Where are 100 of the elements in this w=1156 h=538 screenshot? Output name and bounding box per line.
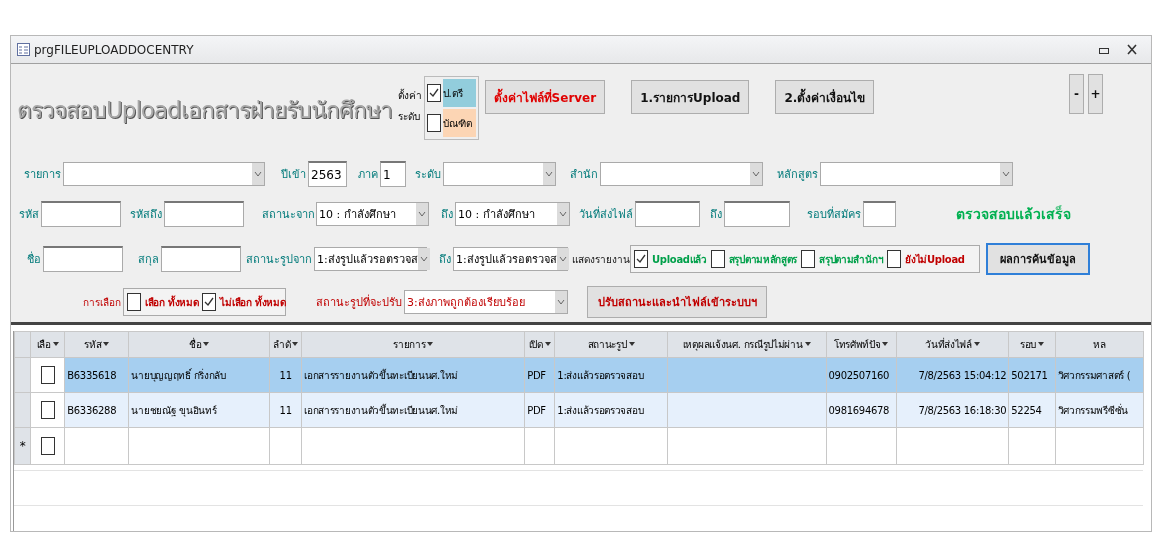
toolbar-button[interactable]: 1.รายการUpload (631, 80, 750, 114)
input-field[interactable]: 1 (380, 161, 406, 187)
sort-arrow-icon[interactable] (427, 342, 434, 347)
sort-arrow-icon[interactable] (973, 342, 980, 347)
checkbox[interactable] (127, 293, 141, 311)
checkbox[interactable] (710, 250, 725, 268)
row-checkbox[interactable] (40, 401, 55, 419)
sort-arrow-icon[interactable] (292, 342, 299, 347)
zoom-button[interactable]: - (1069, 74, 1084, 114)
sort-arrow-icon[interactable] (1037, 342, 1044, 347)
action-button[interactable]: ปรับสถานะและนำไฟล์เข้าระบบฯ (587, 286, 767, 318)
table-cell: วิศวกรรมศาสตร์ ( (1055, 357, 1144, 393)
dropdown-field[interactable] (63, 162, 265, 186)
sort-arrow-icon[interactable] (882, 342, 889, 347)
field-label: ชื่อ (26, 250, 42, 268)
form-icon (17, 43, 30, 56)
check-mark-icon (636, 254, 646, 264)
table-cell: B6336288 (64, 392, 129, 428)
column-header[interactable]: ลำดั (269, 331, 302, 358)
column-header[interactable]: เปิด (524, 331, 555, 358)
table-cell: เอกสารรายงานตัวขึ้นทะเบียนนศ.ใหม่ (301, 357, 525, 393)
input-field[interactable] (161, 246, 241, 272)
table-cell: วิศวกรรมพรีซีซั่น (1055, 392, 1144, 428)
sort-arrow-icon[interactable] (628, 342, 635, 347)
input-field[interactable] (724, 201, 790, 227)
field-label: รายการ (23, 167, 62, 183)
level-option[interactable]: บัณฑิต (426, 109, 476, 137)
field-label: สถานะจาก (262, 207, 316, 223)
table-cell: 1:ส่งแล้วรอตรวจสอบ (554, 392, 668, 428)
dropdown-field[interactable]: 1:ส่งรูปแล้วรอตรวจส (314, 247, 427, 271)
checkbox-label: สรุปตามสำนักฯ (819, 252, 884, 267)
table-cell: 7/8/2563 15:04:12 (896, 357, 1009, 393)
field-label: สกุล (137, 252, 160, 268)
field-label: ระดับ (414, 167, 442, 183)
toolbar-button[interactable]: ตั้งค่าไฟล์ที่Server (484, 80, 606, 114)
dropdown-field[interactable] (443, 162, 556, 186)
checkbox[interactable] (801, 250, 816, 268)
table-cell: นายชยณัฐ ขุนอินทร์ (129, 392, 270, 428)
dropdown-field[interactable] (600, 162, 763, 186)
level-option[interactable]: ป.ตรี (426, 79, 476, 107)
window-title: prgFILEUPLOADDOCENTRY (34, 42, 195, 57)
minimize-icon[interactable] (1099, 45, 1109, 54)
column-header[interactable]: สถานะรูป (554, 331, 668, 358)
table-row[interactable]: B6336288 นายชยณัฐ ขุนอินทร์ 11 เอกสารรายงานตัวขึ้นทะเบียนนศ.ใหม่ PDF 1:ส่งแล้วรอตรวจสอบ 0981694678 7/8/2563 16:18:30 52254 วิศวกรรมพรีซีซั่น (14, 392, 1144, 428)
table-cell: 7/8/2563 16:18:30 (896, 392, 1009, 428)
checkbox-label: ไม่เลือก ทั้งหมด (220, 294, 286, 310)
checkbox-label: ยังไม่Upload (905, 252, 965, 267)
column-header[interactable]: รายการ (301, 331, 525, 358)
check-mark-icon (428, 88, 439, 98)
sort-arrow-icon[interactable] (544, 342, 551, 347)
table-cell: เอกสารรายงานตัวขึ้นทะเบียนนศ.ใหม่ (301, 392, 525, 428)
table-row[interactable]: B6335618 นายบุญญฤทธิ์ กริ่งกลับ 11 เอกสารรายงานตัวขึ้นทะเบียนนศ.ใหม่ PDF 1:ส่งแล้วรอตรวจสอบ 0902507160 7/8/2563 15:04:12 502171 วิศวกรรมศาสตร์ ( (14, 357, 1144, 393)
field-label: สถานะรูปจาก (246, 252, 313, 268)
row-checkbox[interactable] (40, 366, 55, 384)
input-field[interactable] (164, 201, 244, 227)
sort-arrow-icon[interactable] (804, 342, 811, 347)
form-title: ตรวจสอบUploadเอกสารฝ่ายรับนักศึกษา (17, 96, 392, 125)
input-field[interactable] (43, 246, 123, 272)
sort-arrow-icon[interactable] (103, 342, 110, 347)
field-label: ภาค (357, 167, 379, 183)
checkbox[interactable] (202, 293, 217, 311)
status-text: ตรวจสอบแล้วเสร็จ (956, 204, 1071, 224)
input-field[interactable] (863, 201, 896, 227)
dropdown-field[interactable]: 10 : กำลังศึกษา (455, 202, 570, 226)
column-header[interactable]: วันที่ส่งไฟล์ (896, 331, 1009, 358)
field-label: รอบที่สมัคร (806, 205, 862, 223)
row-checkbox[interactable] (40, 437, 55, 455)
dropdown-field[interactable]: 10 : กำลังศึกษา (316, 202, 429, 226)
column-header[interactable]: รอบ (1008, 331, 1055, 358)
table-cell: 0981694678 (826, 392, 897, 428)
field-label: รหัสถึง (129, 207, 163, 223)
zoom-button[interactable]: + (1088, 74, 1103, 114)
toolbar-button[interactable]: 2.ตั้งค่าเงื่อนไข (775, 80, 875, 114)
field-label: ถึง (438, 252, 452, 268)
input-field[interactable]: 2563 (308, 161, 347, 187)
sort-arrow-icon[interactable] (203, 342, 210, 347)
sort-arrow-icon[interactable] (52, 342, 59, 347)
column-header[interactable]: หล (1055, 331, 1144, 358)
input-field[interactable] (635, 201, 700, 227)
new-row-marker: * (14, 427, 31, 465)
group-label: แสดงรายงาน (572, 252, 630, 267)
column-header[interactable]: ชื่อ (129, 331, 270, 358)
check-mark-icon (204, 297, 215, 307)
table-cell: นายบุญญฤทธิ์ กริ่งกลับ (129, 357, 270, 393)
column-header[interactable]: โทรศัพท์ปัจ (826, 331, 897, 358)
close-icon[interactable] (1127, 44, 1137, 55)
checkbox[interactable] (634, 250, 648, 268)
field-label: ถึง (440, 207, 454, 223)
column-header[interactable]: เลือ (30, 331, 65, 358)
dropdown-field[interactable] (820, 162, 1013, 186)
column-header[interactable]: เหตุผลแจ้งนศ. กรณีรูปไม่ผ่าน (667, 331, 826, 358)
group-label: การเลือก (82, 295, 122, 310)
action-button[interactable]: ผลการค้นข้อมูล (986, 243, 1090, 275)
input-field[interactable] (41, 201, 121, 227)
dropdown-field[interactable]: 3:ส่งภาพถูกต้องเรียบร้อย (404, 290, 568, 314)
checkbox[interactable] (887, 250, 902, 268)
table-cell: 0902507160 (826, 357, 897, 393)
dropdown-field[interactable]: 1:ส่งรูปแล้วรอตรวจส (453, 247, 568, 271)
column-header[interactable]: รหัส (64, 331, 129, 358)
checkbox-label: Uploadแล้ว (652, 252, 707, 267)
